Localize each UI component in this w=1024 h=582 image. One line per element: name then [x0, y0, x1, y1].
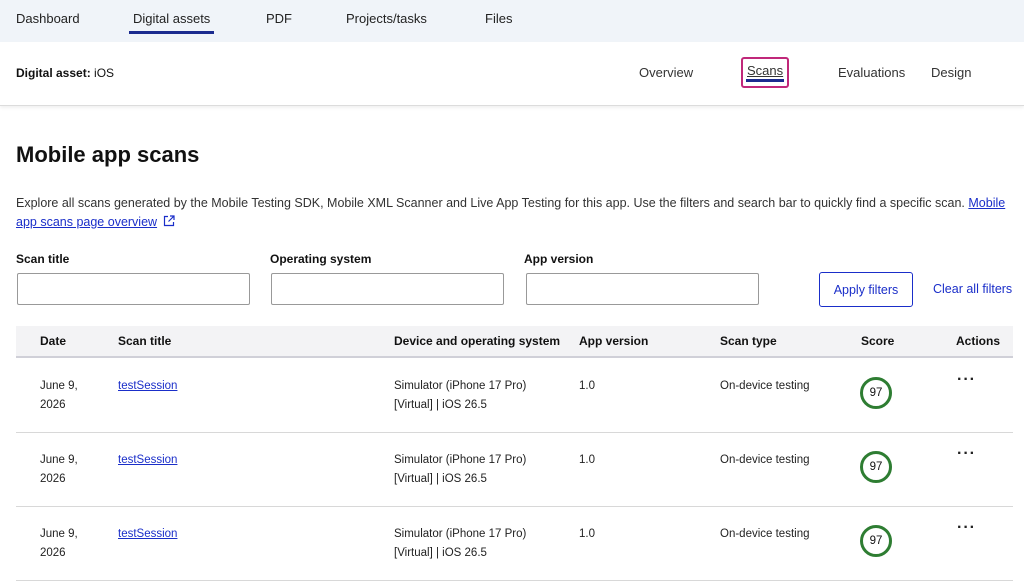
asset-header: Digital asset: iOS Overview Scans Evalua… [0, 42, 1024, 106]
scan-title-label: Scan title [16, 252, 70, 266]
date-line-1: June 9, [40, 528, 78, 540]
external-link-icon [163, 215, 175, 227]
top-navigation: Dashboard Digital assets PDF Projects/ta… [0, 0, 1024, 42]
page-description: Explore all scans generated by the Mobil… [16, 194, 1016, 232]
cell-scan-title: testSession [118, 525, 177, 544]
table-row: June 9, 2026 testSession Simulator (iPhon… [16, 507, 1013, 581]
apply-filters-button[interactable]: Apply filters [819, 272, 913, 307]
subtab-evaluations[interactable]: Evaluations [838, 65, 905, 80]
cell-scan-type: On-device testing [720, 528, 810, 540]
cell-date: June 9, 2026 [40, 525, 78, 563]
more-horizontal-icon[interactable]: ··· [957, 519, 976, 537]
subtab-design[interactable]: Design [931, 65, 971, 80]
clear-all-filters-button[interactable]: Clear all filters [933, 282, 1012, 296]
cell-date: June 9, 2026 [40, 451, 78, 489]
date-line-2: 2026 [40, 399, 66, 411]
device-line-2: [Virtual] | iOS 26.5 [394, 399, 487, 411]
tab-digital-assets[interactable]: Digital assets [128, 11, 215, 34]
table-row: June 9, 2026 testSession Simulator (iPhon… [16, 359, 1013, 433]
cell-app-version: 1.0 [579, 454, 595, 466]
tab-projects-tasks[interactable]: Projects/tasks [346, 11, 427, 26]
tab-pdf[interactable]: PDF [266, 11, 292, 26]
cell-device: Simulator (iPhone 17 Pro) [Virtual] | iOS… [394, 451, 526, 489]
tab-dashboard[interactable]: Dashboard [16, 11, 80, 26]
device-line-1: Simulator (iPhone 17 Pro) [394, 454, 527, 466]
tab-files[interactable]: Files [485, 11, 512, 26]
header-actions: Actions [956, 334, 1001, 348]
operating-system-input[interactable] [271, 273, 504, 305]
cell-date: June 9, 2026 [40, 377, 78, 415]
cell-scan-title: testSession [118, 451, 177, 470]
operating-system-label: Operating system [270, 252, 372, 266]
asset-label: Digital asset: iOS [16, 66, 114, 80]
app-version-input[interactable] [526, 273, 759, 305]
cell-scan-type: On-device testing [720, 454, 810, 466]
score-badge: 97 [860, 451, 892, 483]
header-scan-type[interactable]: Scan type [720, 334, 777, 348]
more-horizontal-icon[interactable]: ··· [957, 445, 976, 463]
cell-device: Simulator (iPhone 17 Pro) [Virtual] | iOS… [394, 525, 526, 563]
table-row: June 9, 2026 testSession Simulator (iPhon… [16, 433, 1013, 507]
more-horizontal-icon[interactable]: ··· [957, 371, 976, 389]
cell-scan-type: On-device testing [720, 380, 810, 392]
date-line-2: 2026 [40, 547, 66, 559]
device-line-1: Simulator (iPhone 17 Pro) [394, 380, 527, 392]
date-line-2: 2026 [40, 473, 66, 485]
scan-title-input[interactable] [17, 273, 250, 305]
app-version-label: App version [524, 252, 594, 266]
subtab-scans[interactable]: Scans [741, 57, 790, 88]
score-badge: 97 [860, 525, 892, 557]
description-text: Explore all scans generated by the Mobil… [16, 196, 965, 210]
header-score[interactable]: Score [861, 334, 894, 348]
device-line-2: [Virtual] | iOS 26.5 [394, 473, 487, 485]
header-app-version[interactable]: App version [579, 334, 648, 348]
scan-title-link[interactable]: testSession [118, 380, 177, 392]
cell-device: Simulator (iPhone 17 Pro) [Virtual] | iOS… [394, 377, 526, 415]
page-title: Mobile app scans [16, 142, 200, 167]
asset-name: iOS [94, 66, 115, 80]
asset-label-prefix: Digital asset: [16, 66, 91, 80]
cell-scan-title: testSession [118, 377, 177, 396]
scans-table-header: Date Scan title Device and operating sys… [16, 326, 1013, 358]
score-badge: 97 [860, 377, 892, 409]
subtab-overview[interactable]: Overview [639, 65, 693, 80]
header-device[interactable]: Device and operating system [394, 334, 560, 348]
header-date[interactable]: Date [40, 334, 66, 348]
date-line-1: June 9, [40, 380, 78, 392]
scan-title-link[interactable]: testSession [118, 528, 177, 540]
header-scan-title[interactable]: Scan title [118, 334, 171, 348]
cell-app-version: 1.0 [579, 528, 595, 540]
device-line-1: Simulator (iPhone 17 Pro) [394, 528, 527, 540]
device-line-2: [Virtual] | iOS 26.5 [394, 547, 487, 559]
scan-title-link[interactable]: testSession [118, 454, 177, 466]
date-line-1: June 9, [40, 454, 78, 466]
subtab-scans-label: Scans [747, 63, 784, 78]
cell-app-version: 1.0 [579, 380, 595, 392]
